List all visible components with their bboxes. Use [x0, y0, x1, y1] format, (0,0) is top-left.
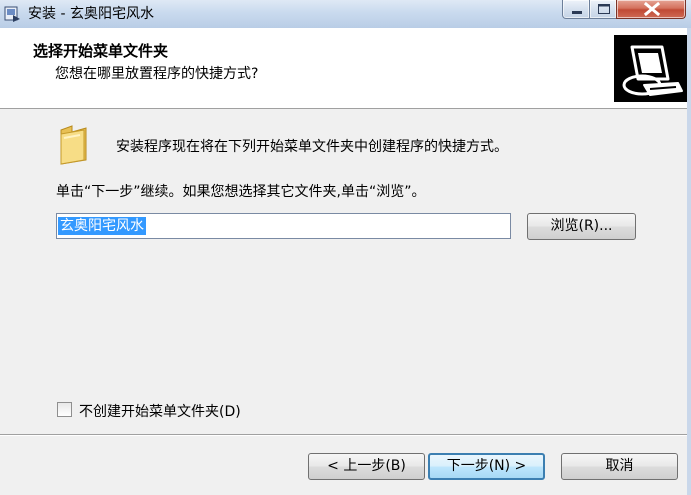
maximize-icon	[598, 4, 610, 14]
maximize-button[interactable]	[589, 0, 617, 19]
computer-installer-icon	[614, 35, 687, 102]
back-button[interactable]: < 上一步(B)	[308, 453, 425, 480]
minimize-button[interactable]	[562, 0, 590, 19]
installer-app-icon	[4, 6, 20, 22]
instruction-text: 单击“下一步”继续。如果您想选择其它文件夹,单击“浏览”。	[56, 184, 426, 200]
close-button[interactable]	[616, 0, 686, 19]
wizard-header: 选择开始菜单文件夹 您想在哪里放置程序的快捷方式?	[0, 28, 691, 109]
window-title: 安装 - 玄奥阳宅风水	[28, 6, 154, 22]
start-menu-folder-value[interactable]: 玄奥阳宅风水	[58, 217, 146, 235]
browse-button[interactable]: 浏览(R)...	[527, 213, 636, 240]
footer-divider-highlight	[0, 435, 691, 436]
window-border-right	[687, 28, 691, 495]
minimize-icon	[572, 11, 582, 14]
no-start-menu-folder-label[interactable]: 不创建开始菜单文件夹(D)	[79, 401, 241, 421]
close-icon	[643, 1, 661, 17]
page-title: 选择开始菜单文件夹	[33, 42, 169, 60]
installer-window: 安装 - 玄奥阳宅风水 选择开始菜单文件夹 您想在哪里放置程序的快捷方式? 安装…	[0, 0, 691, 495]
title-bar[interactable]: 安装 - 玄奥阳宅风水	[0, 0, 691, 29]
no-start-menu-folder-checkbox[interactable]	[57, 402, 72, 417]
cancel-button[interactable]: 取消	[561, 453, 678, 480]
folder-icon	[60, 125, 87, 165]
next-button[interactable]: 下一步(N) >	[428, 453, 545, 480]
intro-text: 安装程序现在将在下列开始菜单文件夹中创建程序的快捷方式。	[116, 139, 508, 155]
page-subtitle: 您想在哪里放置程序的快捷方式?	[55, 66, 259, 82]
